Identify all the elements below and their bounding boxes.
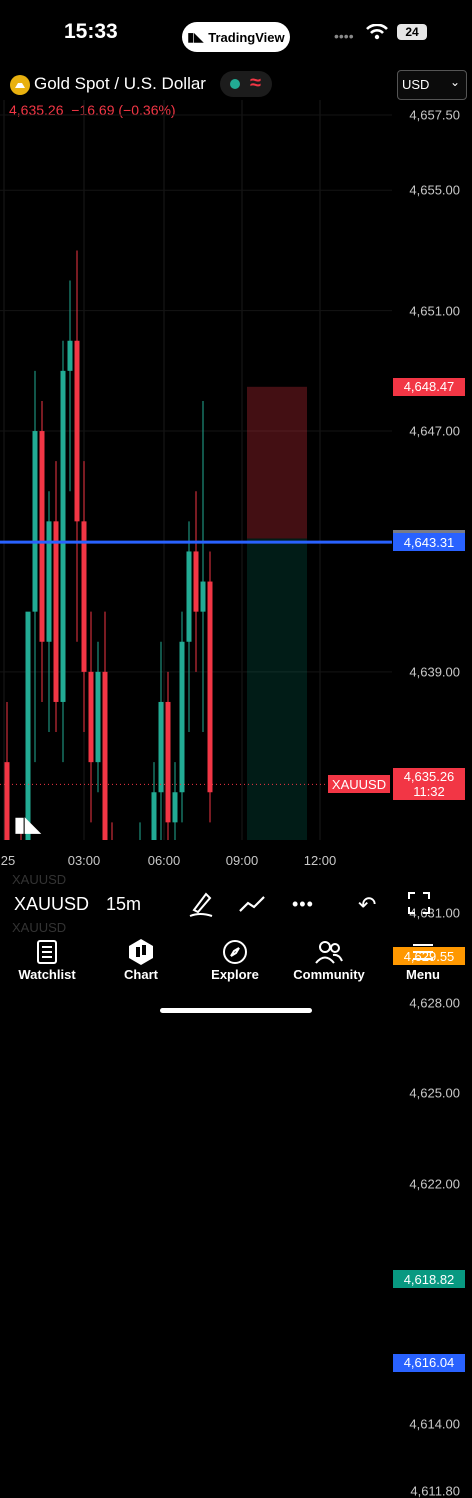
price-tag-value: 4,648.47	[403, 379, 455, 395]
price-tag-value: 4,616.04	[403, 1355, 455, 1371]
y-axis-label: 4,622.00	[409, 1176, 460, 1192]
price-tag-value: 4,643.31	[403, 534, 455, 550]
gold-symbol-icon	[10, 75, 30, 95]
candle-body	[165, 701, 171, 823]
x-axis-label: 09:00	[225, 853, 259, 868]
market-open-dot-icon	[230, 79, 240, 89]
x-axis-label: 12:00	[303, 853, 337, 868]
candle-body	[4, 762, 10, 840]
tab-menu-label: Menu	[406, 967, 440, 982]
pen-drawing-icon[interactable]	[188, 890, 214, 918]
price-tag: 4,643.31	[393, 533, 465, 552]
app-indicator-label: TradingView	[208, 29, 285, 45]
price-tag-value: 4,635.26	[403, 769, 455, 785]
price-chart[interactable]	[0, 100, 392, 840]
candle-body	[25, 611, 31, 840]
tradingview-watermark-logo: ▮◣	[14, 814, 41, 836]
candle-body	[179, 641, 185, 793]
market-status-pill[interactable]: ≈	[220, 71, 272, 97]
candle-body	[200, 581, 206, 612]
y-axis-label: 4,651.00	[409, 303, 460, 319]
community-icon	[315, 941, 343, 964]
compass-icon	[223, 940, 247, 964]
price-tag: 4,618.82	[393, 1270, 465, 1289]
currency-select[interactable]: USD ⌄	[397, 70, 467, 100]
price-tag: 4,616.04	[393, 1353, 465, 1372]
candle-body	[207, 581, 213, 793]
battery-indicator: 24	[397, 24, 427, 40]
x-axis-label: 03:00	[67, 853, 101, 868]
x-axis-label: 25	[0, 853, 16, 868]
symbol-ghost-below: XAUUSD	[12, 920, 67, 935]
tab-community-label: Community	[293, 967, 365, 982]
trend-line-icon[interactable]	[238, 893, 266, 915]
watchlist-icon	[37, 940, 57, 964]
currency-value: USD	[402, 77, 430, 92]
tab-watchlist-label: Watchlist	[18, 967, 76, 982]
tab-explore-label: Explore	[211, 967, 259, 982]
undo-icon[interactable]: ↶	[358, 892, 376, 918]
y-axis-label: 4,655.00	[409, 182, 460, 198]
price-tag: 4,648.47	[393, 377, 465, 396]
candle-body	[151, 792, 157, 840]
candle-body	[95, 671, 101, 763]
candle-body	[158, 701, 164, 793]
symbol-title[interactable]: Gold Spot / U.S. Dollar	[34, 74, 206, 94]
wifi-icon	[366, 24, 388, 40]
y-axis-label: 4,628.00	[409, 995, 460, 1011]
take-profit-zone	[247, 538, 307, 840]
symbol-price-label: XAUUSD	[328, 775, 390, 794]
tab-watchlist[interactable]: Watchlist	[0, 937, 94, 997]
more-icon[interactable]: •••	[292, 894, 314, 915]
tab-chart-label: Chart	[124, 967, 158, 982]
tradingview-logo-icon: ▮◣	[187, 30, 204, 44]
app-indicator-pill[interactable]: ▮◣ TradingView	[182, 22, 290, 52]
x-axis-label: 06:00	[147, 853, 181, 868]
tab-menu[interactable]: Menu	[376, 937, 470, 997]
toolbar-interval[interactable]: 15m	[106, 894, 141, 915]
candle-body	[39, 431, 45, 642]
symbol-ghost-above: XAUUSD	[12, 872, 67, 887]
candle-body	[186, 551, 192, 642]
y-axis-label: 4,647.00	[409, 423, 460, 439]
signal-icon: ••••	[334, 28, 354, 44]
candle-body	[88, 671, 94, 763]
menu-icon	[413, 944, 433, 960]
candle-body	[32, 431, 38, 612]
status-time: 15:33	[64, 20, 118, 43]
fullscreen-icon[interactable]	[408, 892, 430, 914]
y-axis-label: 4,625.00	[409, 1085, 460, 1101]
price-tag: 4,635.26 11:32	[393, 768, 465, 801]
tab-explore[interactable]: Explore	[188, 937, 282, 997]
toolbar-symbol[interactable]: XAUUSD	[14, 894, 89, 915]
y-axis-label: 4,657.50	[409, 107, 460, 123]
candle-body	[53, 521, 59, 702]
candle-body	[46, 521, 52, 642]
chart-icon	[129, 939, 153, 965]
tab-chart[interactable]: Chart	[94, 937, 188, 997]
candle-body	[60, 370, 66, 702]
home-indicator	[160, 1008, 312, 1013]
y-axis-label: 4,639.00	[409, 664, 460, 680]
tab-community[interactable]: Community	[282, 937, 376, 997]
candle-body	[193, 551, 199, 612]
candle-body	[81, 521, 87, 672]
y-axis-label: 4,614.00	[409, 1416, 460, 1432]
chevron-down-icon: ⌄	[450, 75, 461, 89]
stop-loss-zone	[247, 386, 307, 539]
candle-body	[67, 340, 73, 371]
candle-body	[172, 792, 178, 823]
price-tag-countdown: 11:32	[413, 784, 445, 800]
y-axis-label: 4,611.80	[410, 1483, 460, 1498]
candle-body	[74, 340, 80, 522]
candle-body	[102, 671, 108, 840]
price-tag-value: 4,618.82	[403, 1271, 455, 1287]
delayed-data-icon: ≈	[250, 72, 261, 94]
